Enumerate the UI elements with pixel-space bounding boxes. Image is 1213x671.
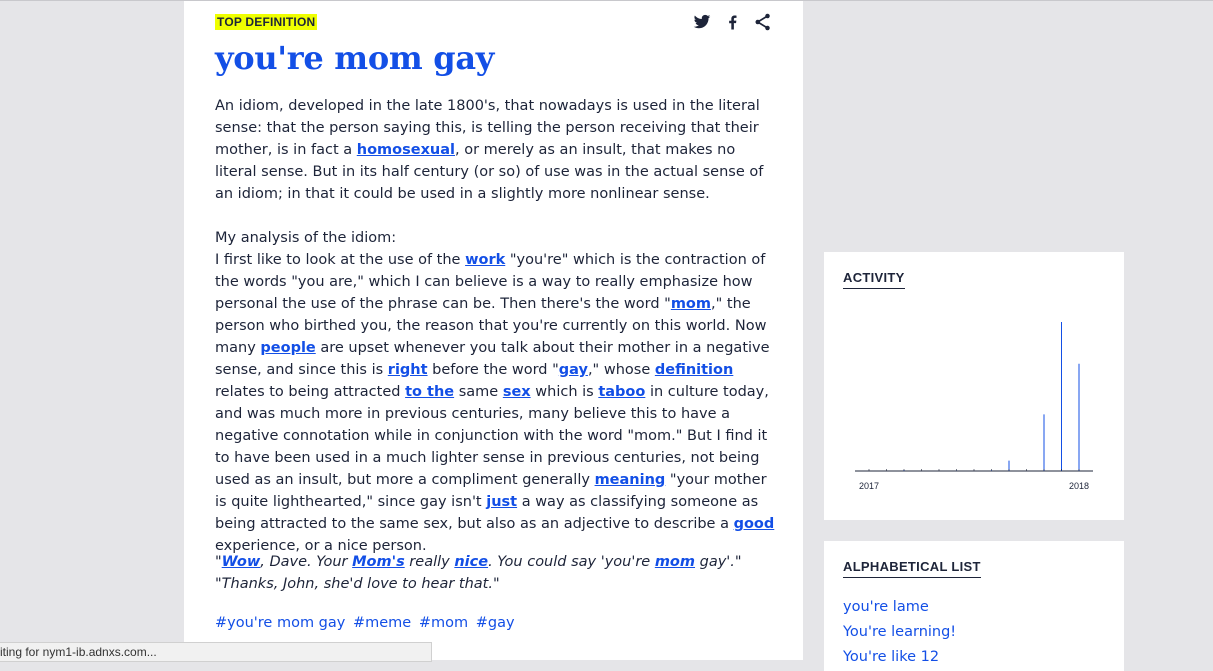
meaning-paragraph-1: An idiom, developed in the late 1800's, … bbox=[215, 98, 764, 202]
inline-word-link[interactable]: people bbox=[260, 340, 315, 356]
activity-chart: 2017 2018 bbox=[855, 322, 1093, 491]
alphabetical-word-link[interactable]: you're lame bbox=[843, 599, 929, 615]
browser-status-bar: iting for nym1-ib.adnxs.com... bbox=[0, 642, 432, 662]
inline-word-link[interactable]: good bbox=[734, 516, 775, 532]
tag-link[interactable]: #mom bbox=[419, 615, 468, 631]
activity-panel: ACTIVITY 2017 2018 bbox=[824, 252, 1124, 520]
alphabetical-word-link[interactable]: You're learning! bbox=[843, 624, 956, 640]
x-tick-label: 2018 bbox=[1069, 481, 1089, 491]
inline-word-link[interactable]: definition bbox=[655, 362, 733, 378]
inline-word-link[interactable]: taboo bbox=[598, 384, 645, 400]
twitter-share-button[interactable] bbox=[691, 12, 713, 32]
list-item: You're learning! bbox=[843, 620, 956, 645]
alphabetical-word-link[interactable]: You're like 12 bbox=[843, 649, 939, 665]
inline-word-link[interactable]: homosexual bbox=[357, 142, 455, 158]
inline-word-link[interactable]: meaning bbox=[595, 472, 666, 488]
definition-card: TOP DEFINITION you're mom gay An idiom, … bbox=[184, 1, 803, 660]
alphabetical-list-panel: ALPHABETICAL LIST you're lame You're lea… bbox=[824, 541, 1124, 671]
share-button[interactable] bbox=[752, 12, 774, 32]
tag-link[interactable]: #you're mom gay bbox=[215, 615, 345, 631]
definition-meaning: An idiom, developed in the late 1800's, … bbox=[215, 95, 775, 557]
x-tick-label: 2017 bbox=[859, 481, 879, 491]
inline-word-link[interactable]: mom bbox=[655, 554, 695, 570]
meaning-paragraph-2: My analysis of the idiom: I first like to… bbox=[215, 230, 775, 554]
top-definition-badge: TOP DEFINITION bbox=[215, 14, 318, 30]
example-line-1: "Wow, Dave. Your Mom's really nice. You … bbox=[215, 554, 742, 570]
inline-word-link[interactable]: gay bbox=[559, 362, 588, 378]
list-item: you're lame bbox=[843, 595, 956, 620]
inline-word-link[interactable]: work bbox=[465, 252, 505, 268]
tag-link[interactable]: #gay bbox=[476, 615, 515, 631]
inline-word-link[interactable]: Wow bbox=[222, 554, 261, 570]
share-icon bbox=[755, 13, 770, 31]
list-item: You're like 12 bbox=[843, 645, 956, 670]
inline-word-link[interactable]: Mom's bbox=[352, 554, 405, 570]
facebook-icon bbox=[729, 15, 737, 30]
inline-word-link[interactable]: to the bbox=[405, 384, 454, 400]
inline-word-link[interactable]: nice bbox=[454, 554, 488, 570]
inline-word-link[interactable]: right bbox=[388, 362, 428, 378]
tag-link[interactable]: #meme bbox=[353, 615, 411, 631]
twitter-icon bbox=[693, 14, 711, 29]
example-line-2: "Thanks, John, she'd love to hear that." bbox=[215, 576, 500, 592]
facebook-share-button[interactable] bbox=[721, 12, 743, 32]
tag-list: #you're mom gay #meme #mom #gay bbox=[215, 612, 518, 634]
definition-example: "Wow, Dave. Your Mom's really nice. You … bbox=[215, 551, 775, 595]
inline-word-link[interactable]: sex bbox=[503, 384, 531, 400]
inline-word-link[interactable]: just bbox=[486, 494, 517, 510]
word-title-link[interactable]: you're mom gay bbox=[215, 39, 494, 77]
alphabetical-list-title: ALPHABETICAL LIST bbox=[843, 559, 981, 578]
inline-word-link[interactable]: mom bbox=[671, 296, 711, 312]
